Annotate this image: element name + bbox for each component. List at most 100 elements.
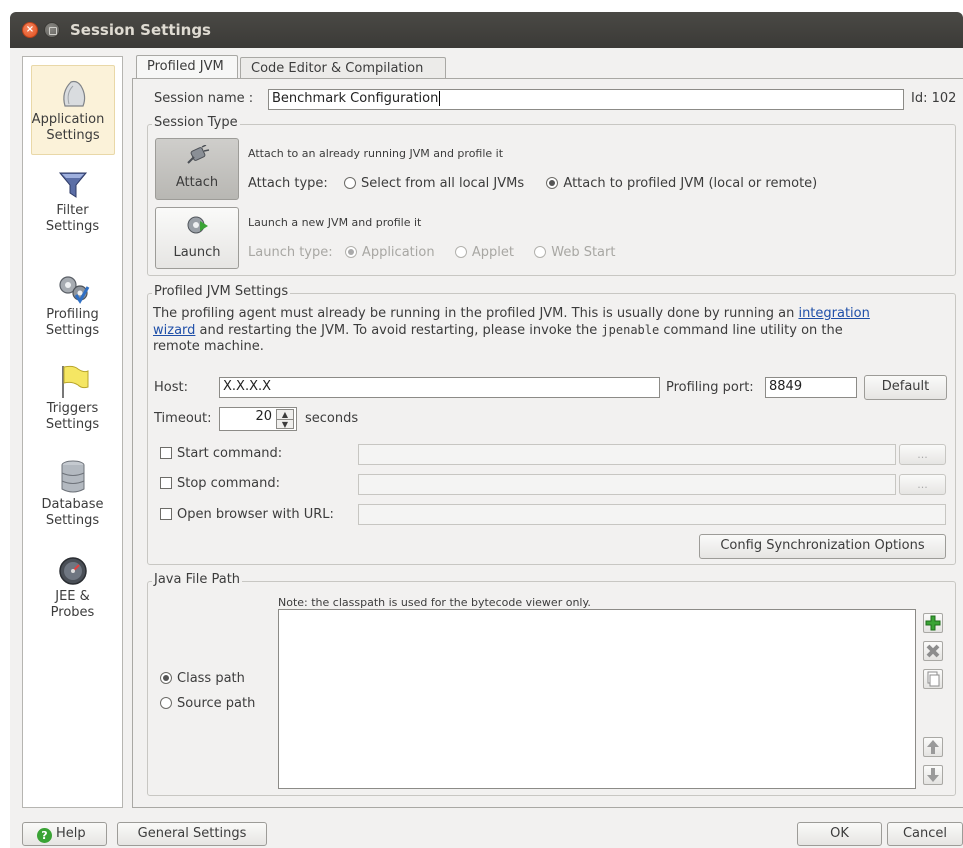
radio-circle: [534, 246, 547, 258]
radio-launch-application[interactable]: Application: [344, 245, 435, 260]
session-name-label: Session name :: [154, 91, 254, 106]
default-port-button[interactable]: Default: [864, 375, 947, 400]
timeout-stepper[interactable]: ▲ ▼: [276, 409, 294, 429]
sidebar-item-filter-settings[interactable]: Filter Settings: [23, 167, 122, 235]
radio-launch-applet[interactable]: Applet: [454, 245, 514, 260]
launch-type-label: Launch type:: [248, 245, 333, 260]
window-title: Session Settings: [70, 21, 211, 39]
session-name-value: Benchmark Configuration: [272, 91, 439, 106]
jpenable-code: jpenable: [601, 323, 660, 337]
arrow-up-icon: [927, 740, 939, 754]
stop-command-browse-button[interactable]: ...: [899, 474, 946, 495]
profiling-port-input[interactable]: 8849: [765, 377, 857, 398]
radio-source-path[interactable]: Source path: [160, 696, 255, 711]
sidebar-item-triggers-settings[interactable]: Triggers Settings: [23, 363, 122, 433]
sidebar-item-label: Settings: [45, 323, 100, 338]
timeout-label: Timeout:: [154, 411, 212, 426]
help-icon: ?: [37, 828, 52, 843]
sidebar-item-label: Settings: [46, 128, 100, 143]
add-icon: [925, 615, 941, 631]
host-label: Host:: [154, 380, 188, 395]
timeout-unit: seconds: [305, 411, 359, 426]
radio-class-path[interactable]: Class path: [160, 671, 245, 686]
open-browser-url-input[interactable]: [358, 504, 946, 525]
start-command-input[interactable]: [358, 444, 896, 465]
attach-description: Attach to an already running JVM and pro…: [248, 147, 504, 160]
radio-label: Select from all local JVMs: [361, 176, 525, 191]
sidebar-item-label: Settings: [45, 219, 100, 234]
stepper-down-icon[interactable]: ▼: [277, 420, 293, 429]
remove-path-button[interactable]: [923, 641, 943, 661]
radio-label: Attach to profiled JVM (local or remote): [563, 176, 818, 191]
radio-label: Class path: [177, 671, 245, 686]
session-name-input[interactable]: Benchmark Configuration: [268, 89, 904, 110]
help-button-label: Help: [56, 826, 86, 841]
sidebar-item-label: Probes: [50, 605, 95, 620]
sidebar-item-label: Filter: [56, 203, 89, 218]
attach-plug-icon: [187, 144, 210, 164]
host-input[interactable]: X.X.X.X: [219, 377, 660, 398]
radio-circle: [344, 177, 357, 189]
profiling-gears-icon: [58, 276, 89, 304]
session-type-title: Session Type: [152, 115, 240, 130]
sidebar-item-label: Profiling: [46, 307, 99, 322]
sidebar-item-jee-probes[interactable]: JEE & Probes: [23, 555, 122, 621]
start-command-checkbox[interactable]: Start command:: [160, 446, 282, 461]
sidebar-item-application-settings[interactable]: Application Settings: [31, 65, 115, 155]
start-command-browse-button[interactable]: ...: [899, 444, 946, 465]
settings-sidebar: Application Settings Filter Settings Pro…: [22, 56, 123, 808]
radio-attach-profiled-jvm[interactable]: Attach to profiled JVM (local or remote): [546, 176, 817, 191]
attach-type-label: Attach type:: [248, 176, 328, 191]
window-titlebar: × Session Settings: [10, 12, 963, 48]
attach-button[interactable]: Attach: [155, 138, 239, 200]
radio-launch-web-start[interactable]: Web Start: [534, 245, 615, 260]
stop-command-input[interactable]: [358, 474, 896, 495]
sidebar-item-label: Application: [31, 112, 105, 127]
close-window-icon[interactable]: ×: [22, 22, 38, 38]
radio-circle: [454, 246, 467, 258]
integration-wizard-link[interactable]: integration: [798, 306, 869, 321]
ok-button[interactable]: OK: [797, 822, 882, 846]
radio-label: Applet: [471, 245, 514, 260]
radio-circle: [546, 177, 559, 189]
sidebar-item-label: Settings: [45, 513, 100, 528]
minimize-window-icon[interactable]: [44, 22, 60, 38]
database-icon: [61, 460, 84, 493]
help-button[interactable]: ? Help: [22, 822, 107, 846]
stepper-up-icon[interactable]: ▲: [277, 410, 293, 420]
open-browser-checkbox[interactable]: Open browser with URL:: [160, 507, 334, 522]
move-down-button[interactable]: [923, 765, 943, 785]
description-text: remote machine.: [153, 339, 264, 354]
description-text: The profiling agent must already be runn…: [153, 306, 795, 321]
config-sync-options-button[interactable]: Config Synchronization Options: [699, 534, 946, 559]
checkbox-box: [160, 477, 172, 489]
host-value: X.X.X.X: [223, 379, 272, 394]
general-settings-button[interactable]: General Settings: [117, 822, 267, 846]
tab-code-editor-compilation[interactable]: Code Editor & Compilation: [240, 57, 446, 79]
add-path-button[interactable]: [923, 613, 943, 633]
application-settings-icon: [63, 80, 86, 107]
sidebar-item-label: Database: [41, 497, 104, 512]
path-list[interactable]: [278, 609, 916, 789]
launch-button[interactable]: Launch: [155, 207, 239, 269]
cancel-button[interactable]: Cancel: [887, 822, 963, 846]
sidebar-item-label: Settings: [45, 417, 100, 432]
description-text: and restarting the JVM. To avoid restart…: [199, 323, 598, 338]
integration-wizard-link-continued[interactable]: wizard: [153, 323, 195, 338]
radio-label: Source path: [177, 696, 256, 711]
move-up-button[interactable]: [923, 737, 943, 757]
copy-icon: [927, 671, 940, 687]
checkbox-label: Start command:: [177, 446, 283, 461]
copy-path-button[interactable]: [923, 669, 943, 689]
sidebar-item-label: JEE &: [55, 589, 90, 604]
stop-command-checkbox[interactable]: Stop command:: [160, 476, 280, 491]
sidebar-item-database-settings[interactable]: Database Settings: [23, 459, 122, 529]
checkbox-box: [160, 508, 172, 520]
timeout-value: 20: [255, 409, 272, 424]
radio-label: Application: [361, 245, 435, 260]
sidebar-item-profiling-settings[interactable]: Profiling Settings: [23, 271, 122, 339]
java-file-path-title: Java File Path: [152, 572, 243, 587]
profiled-jvm-description: The profiling agent must already be runn…: [153, 306, 943, 355]
radio-select-local-jvms[interactable]: Select from all local JVMs: [344, 176, 524, 191]
tab-profiled-jvm[interactable]: Profiled JVM: [136, 55, 238, 79]
